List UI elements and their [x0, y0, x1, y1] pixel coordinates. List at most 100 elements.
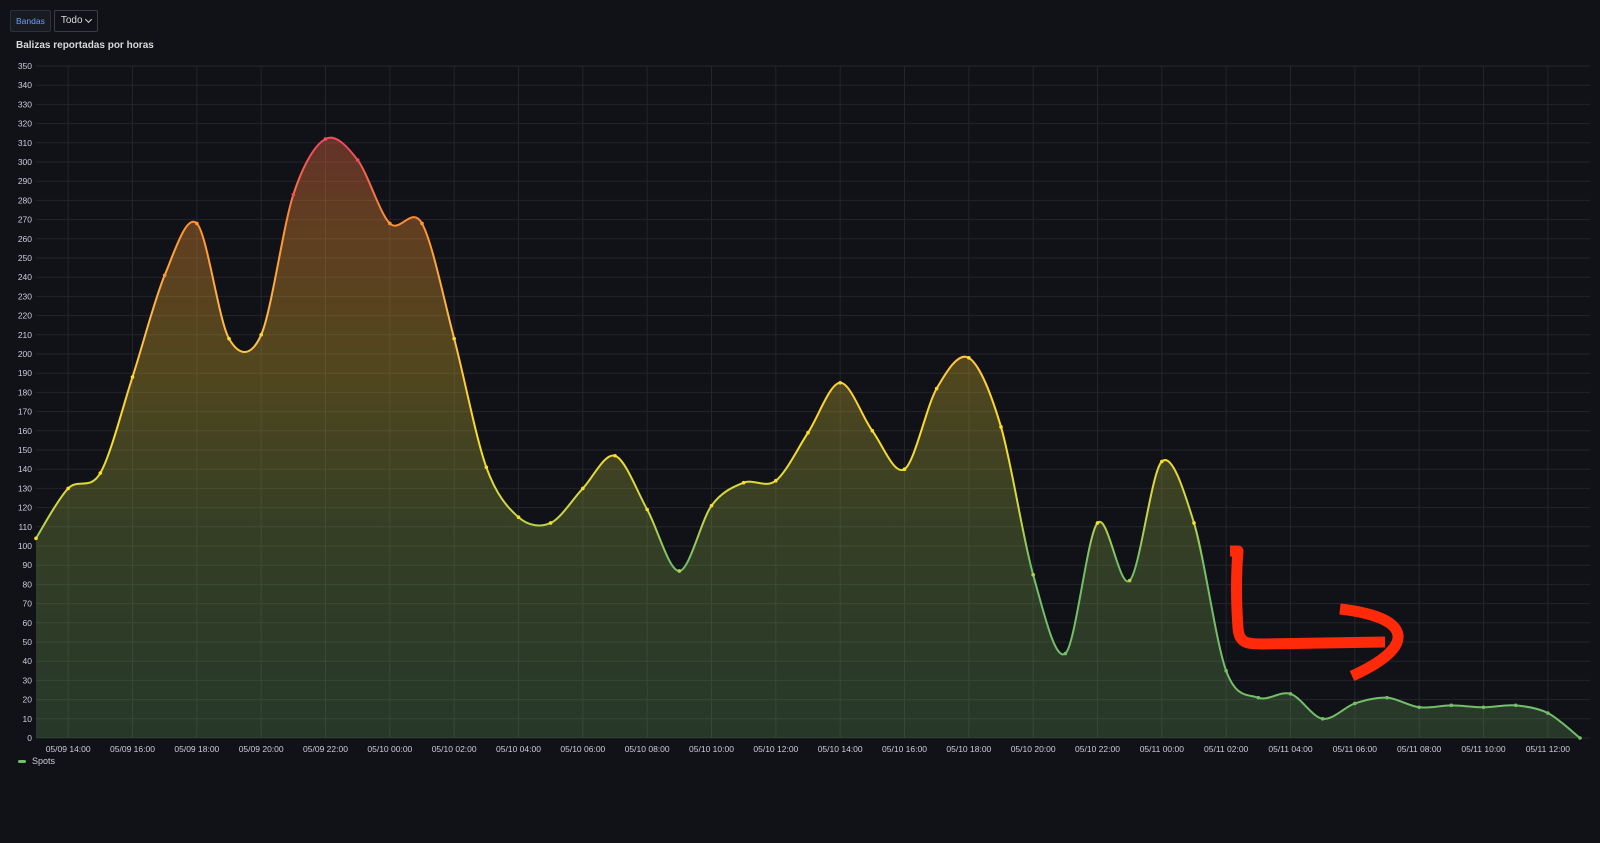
- data-point[interactable]: [1192, 521, 1196, 525]
- data-point[interactable]: [1095, 521, 1100, 525]
- y-tick-label: 0: [27, 733, 32, 743]
- data-point[interactable]: [581, 486, 585, 491]
- y-tick-label: 300: [18, 157, 32, 167]
- x-tick-label: 05/10 08:00: [625, 744, 670, 754]
- x-tick-label: 05/10 00:00: [367, 744, 412, 754]
- data-point[interactable]: [1385, 695, 1389, 700]
- y-tick-label: 170: [18, 407, 32, 417]
- y-tick-label: 310: [18, 138, 32, 148]
- data-point[interactable]: [709, 503, 714, 508]
- data-point[interactable]: [613, 453, 617, 458]
- y-tick-label: 250: [18, 253, 32, 263]
- data-point[interactable]: [291, 192, 296, 197]
- y-tick-label: 50: [23, 637, 33, 647]
- data-point[interactable]: [1449, 703, 1454, 708]
- x-axis: 05/09 14:00 05/09 16:00 05/09 18:00 05/09 2…: [46, 744, 1571, 754]
- y-tick-label: 10: [23, 714, 33, 724]
- data-point[interactable]: [516, 515, 521, 519]
- data-point[interactable]: [1224, 669, 1228, 673]
- y-tick-label: 120: [18, 503, 32, 513]
- data-point[interactable]: [741, 480, 746, 485]
- data-point[interactable]: [388, 221, 392, 226]
- x-tick-label: 05/10 06:00: [560, 744, 605, 754]
- data-point[interactable]: [1513, 703, 1518, 708]
- x-tick-label: 05/10 20:00: [1011, 744, 1056, 754]
- y-tick-label: 340: [18, 80, 32, 90]
- data-point[interactable]: [677, 569, 682, 573]
- x-tick-label: 05/10 22:00: [1075, 744, 1120, 754]
- data-point[interactable]: [838, 381, 842, 385]
- data-point[interactable]: [227, 336, 231, 341]
- y-tick-label: 40: [23, 656, 33, 666]
- y-tick-label: 210: [18, 330, 32, 340]
- data-point[interactable]: [1578, 736, 1582, 740]
- x-tick-label: 05/10 16:00: [882, 744, 927, 754]
- data-point[interactable]: [130, 375, 135, 379]
- y-tick-label: 230: [18, 291, 32, 301]
- y-tick-label: 90: [23, 560, 33, 570]
- y-tick-label: 150: [18, 445, 32, 455]
- data-point[interactable]: [967, 356, 971, 360]
- y-tick-label: 160: [18, 426, 32, 436]
- data-point[interactable]: [1160, 459, 1164, 464]
- y-tick-label: 180: [18, 387, 32, 397]
- data-point[interactable]: [420, 221, 424, 226]
- y-tick-label: 60: [23, 618, 33, 628]
- y-tick-label: 330: [18, 99, 32, 109]
- data-point[interactable]: [1546, 711, 1550, 715]
- data-point[interactable]: [355, 158, 360, 162]
- data-point[interactable]: [259, 333, 263, 337]
- x-tick-label: 05/11 12:00: [1526, 744, 1571, 754]
- x-tick-label: 05/11 10:00: [1461, 744, 1506, 754]
- data-point[interactable]: [1481, 705, 1486, 710]
- data-point[interactable]: [934, 386, 939, 391]
- y-tick-label: 220: [18, 311, 32, 321]
- data-point[interactable]: [1256, 695, 1261, 700]
- data-point[interactable]: [452, 336, 456, 341]
- data-point[interactable]: [1031, 573, 1035, 577]
- data-point[interactable]: [1320, 717, 1325, 721]
- data-point[interactable]: [548, 521, 553, 525]
- data-point[interactable]: [1288, 692, 1293, 696]
- x-tick-label: 05/10 04:00: [496, 744, 541, 754]
- y-tick-label: 280: [18, 195, 32, 205]
- x-tick-label: 05/11 06:00: [1333, 744, 1378, 754]
- x-tick-label: 05/09 22:00: [303, 744, 348, 754]
- y-tick-label: 100: [18, 541, 32, 551]
- x-tick-label: 05/09 20:00: [239, 744, 284, 754]
- annotation-arrow: [1230, 545, 1404, 682]
- data-point[interactable]: [66, 486, 70, 491]
- y-tick-label: 110: [18, 522, 32, 532]
- data-point[interactable]: [1353, 701, 1357, 706]
- area-chart: 0 10 20 30 40 50 60 70 80 90 100 110 120 130 140 150 160…: [18, 61, 1590, 754]
- data-point[interactable]: [98, 471, 103, 475]
- data-point[interactable]: [162, 273, 167, 278]
- y-tick-label: 240: [18, 272, 32, 282]
- x-tick-label: 05/09 18:00: [174, 744, 219, 754]
- data-point[interactable]: [1417, 705, 1421, 710]
- data-point[interactable]: [902, 467, 907, 472]
- x-tick-label: 05/11 02:00: [1204, 744, 1249, 754]
- y-tick-label: 20: [23, 695, 33, 705]
- x-tick-label: 05/10 10:00: [689, 744, 734, 754]
- data-point[interactable]: [323, 137, 328, 141]
- y-tick-label: 130: [18, 483, 32, 493]
- x-tick-label: 05/10 14:00: [818, 744, 863, 754]
- legend[interactable]: Spots: [18, 756, 55, 766]
- data-point[interactable]: [34, 536, 38, 541]
- data-point[interactable]: [1127, 578, 1132, 583]
- y-tick-label: 270: [18, 215, 32, 225]
- y-tick-label: 350: [18, 61, 32, 71]
- data-point[interactable]: [1063, 651, 1068, 656]
- legend-label: Spots: [32, 756, 56, 766]
- data-point[interactable]: [484, 465, 489, 470]
- x-tick-label: 05/10 18:00: [946, 744, 991, 754]
- data-point[interactable]: [870, 429, 875, 433]
- y-tick-label: 290: [18, 176, 32, 186]
- data-point[interactable]: [806, 430, 810, 435]
- data-point[interactable]: [774, 478, 778, 483]
- data-point[interactable]: [645, 507, 649, 512]
- x-tick-label: 05/11 00:00: [1140, 744, 1185, 754]
- data-point[interactable]: [999, 425, 1003, 429]
- data-point[interactable]: [195, 221, 199, 226]
